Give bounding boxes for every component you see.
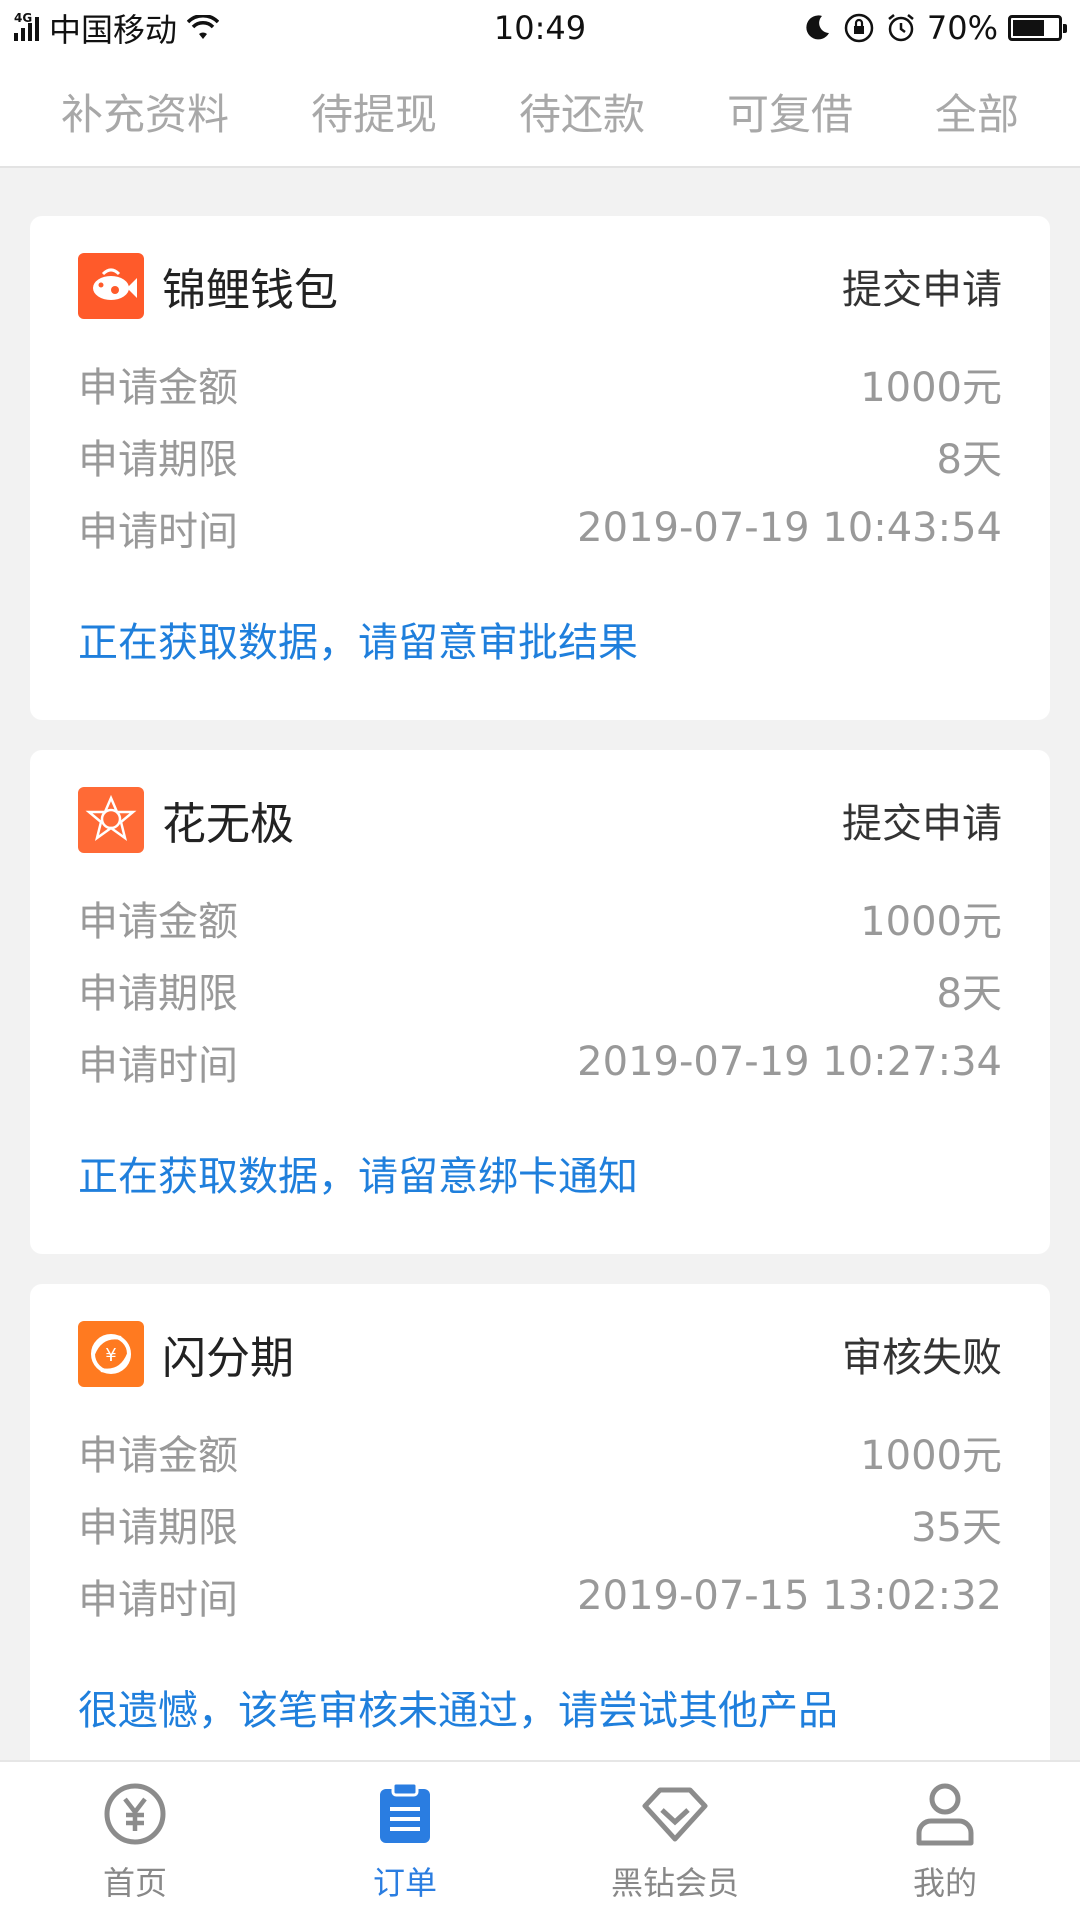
detail-row-term: 申请期限 8天 [78, 420, 1002, 492]
nav-label: 我的 [912, 1864, 977, 1902]
detail-label: 申请期限 [78, 971, 238, 1017]
order-note: 正在获取数据，请留意审批结果 [78, 620, 638, 666]
carrier-name: 中国移动 [49, 11, 178, 49]
status-left: 4G 中国移动 [14, 5, 220, 51]
moon-icon [801, 12, 833, 44]
tab-all[interactable]: 全部 [925, 55, 1029, 167]
order-tabs: 补充资料 待提现 待还款 可复借 全部 [0, 56, 1080, 168]
status-right: 70% [801, 9, 1067, 47]
svg-text:¥: ¥ [105, 1345, 116, 1366]
network-type: 4G [14, 11, 33, 25]
alarm-icon [885, 12, 917, 44]
product-name: 闪分期 [162, 1333, 294, 1384]
tab-pending-withdraw[interactable]: 待提现 [301, 55, 447, 167]
nav-label: 首页 [102, 1864, 167, 1902]
battery-icon [1008, 15, 1067, 41]
detail-value: 8天 [936, 971, 1002, 1017]
tab-reborrow[interactable]: 可复借 [717, 55, 863, 167]
detail-row-time: 申请时间 2019-07-15 13:02:32 [78, 1560, 1002, 1632]
order-note: 很遗憾，该笔审核未通过，请尝试其他产品 [78, 1688, 838, 1734]
yuan-swirl-icon: ¥ [78, 1321, 144, 1387]
detail-label: 申请时间 [78, 1577, 238, 1623]
nav-black-diamond[interactable]: 黑钻会员 [575, 1778, 775, 1904]
user-icon [909, 1778, 981, 1850]
order-note: 正在获取数据，请留意绑卡通知 [78, 1154, 638, 1200]
nav-label: 订单 [372, 1864, 437, 1902]
nav-orders[interactable]: 订单 [305, 1778, 505, 1904]
order-status: 提交申请 [842, 801, 1002, 847]
detail-row-amount: 申请金额 1000元 [78, 348, 1002, 420]
order-card-header: 花无极 提交申请 [78, 780, 1002, 860]
order-details: 申请金额 1000元 申请期限 35天 申请时间 2019-07-15 13:0… [78, 1416, 1002, 1632]
yuan-coin-icon [99, 1778, 171, 1850]
detail-label: 申请期限 [78, 1505, 238, 1551]
detail-value: 2019-07-19 10:27:34 [577, 1039, 1002, 1085]
order-details: 申请金额 1000元 申请期限 8天 申请时间 2019-07-19 10:43… [78, 348, 1002, 564]
rotation-lock-icon [843, 12, 875, 44]
bottom-nav: 首页 订单 黑钻会员 我的 [0, 1760, 1080, 1920]
detail-value: 1000元 [860, 1433, 1002, 1479]
order-card[interactable]: 锦鲤钱包 提交申请 申请金额 1000元 申请期限 8天 申请时间 2019-0… [30, 216, 1050, 720]
product-name: 锦鲤钱包 [162, 265, 338, 316]
signal-icon: 4G [14, 11, 39, 41]
detail-value: 2019-07-15 13:02:32 [577, 1573, 1002, 1619]
detail-label: 申请金额 [78, 1433, 238, 1479]
detail-row-term: 申请期限 35天 [78, 1488, 1002, 1560]
order-status: 提交申请 [842, 267, 1002, 313]
detail-value: 8天 [936, 437, 1002, 483]
product-name: 花无极 [162, 799, 294, 850]
battery-fill [1013, 20, 1044, 36]
order-details: 申请金额 1000元 申请期限 8天 申请时间 2019-07-19 10:27… [78, 882, 1002, 1098]
detail-value: 1000元 [860, 365, 1002, 411]
order-card-header: 锦鲤钱包 提交申请 [78, 246, 1002, 326]
order-card[interactable]: ¥ 闪分期 审核失败 申请金额 1000元 申请期限 35天 申请时间 2019… [30, 1284, 1050, 1788]
nav-home[interactable]: 首页 [35, 1778, 235, 1904]
order-list: 锦鲤钱包 提交申请 申请金额 1000元 申请期限 8天 申请时间 2019-0… [30, 216, 1050, 1818]
detail-value: 1000元 [860, 899, 1002, 945]
tab-supplement-info[interactable]: 补充资料 [51, 55, 239, 167]
detail-value: 2019-07-19 10:43:54 [577, 505, 1002, 551]
diamond-icon [639, 1778, 711, 1850]
detail-row-time: 申请时间 2019-07-19 10:43:54 [78, 492, 1002, 564]
koi-fish-icon [78, 253, 144, 319]
wifi-icon [187, 12, 220, 44]
order-brand: 锦鲤钱包 [78, 253, 338, 319]
detail-row-amount: 申请金额 1000元 [78, 882, 1002, 954]
star-emblem-icon [78, 787, 144, 853]
order-brand: ¥ 闪分期 [78, 1321, 294, 1387]
nav-mine[interactable]: 我的 [845, 1778, 1045, 1904]
order-card-header: ¥ 闪分期 审核失败 [78, 1314, 1002, 1394]
detail-label: 申请时间 [78, 509, 238, 555]
detail-label: 申请金额 [78, 365, 238, 411]
detail-row-time: 申请时间 2019-07-19 10:27:34 [78, 1026, 1002, 1098]
order-status: 审核失败 [842, 1335, 1002, 1381]
nav-label: 黑钻会员 [610, 1864, 739, 1902]
status-bar: 4G 中国移动 10:49 70% [0, 0, 1080, 56]
detail-row-amount: 申请金额 1000元 [78, 1416, 1002, 1488]
detail-label: 申请期限 [78, 437, 238, 483]
clipboard-icon [369, 1778, 441, 1850]
battery-percent: 70% [926, 9, 998, 47]
order-brand: 花无极 [78, 787, 294, 853]
tab-pending-repay[interactable]: 待还款 [509, 55, 655, 167]
order-card[interactable]: 花无极 提交申请 申请金额 1000元 申请期限 8天 申请时间 2019-07… [30, 750, 1050, 1254]
detail-label: 申请金额 [78, 899, 238, 945]
detail-label: 申请时间 [78, 1043, 238, 1089]
detail-value: 35天 [911, 1505, 1002, 1551]
detail-row-term: 申请期限 8天 [78, 954, 1002, 1026]
